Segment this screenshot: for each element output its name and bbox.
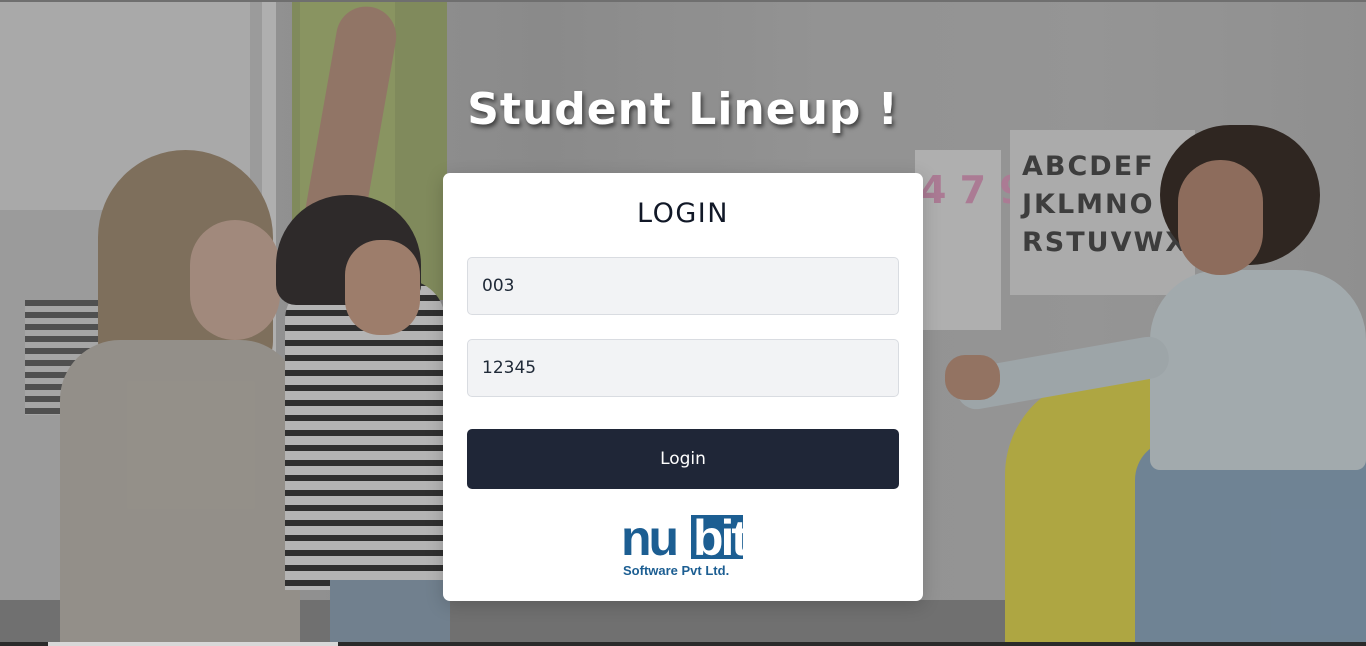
app-title: Student Lineup ! [467, 84, 899, 135]
company-logo: nu bit Software Pvt Ltd. [621, 513, 749, 581]
login-heading: LOGIN [637, 198, 729, 229]
password-input[interactable] [467, 339, 899, 397]
login-button[interactable]: Login [467, 429, 899, 489]
logo-box-text: bit [693, 510, 748, 566]
logo-word: nu [621, 510, 679, 566]
bg-bottom-bar-highlight [48, 642, 338, 646]
logo-subtitle: Software Pvt Ltd. [623, 563, 730, 578]
login-card: LOGIN Login nu bit Software Pvt Ltd. [443, 173, 923, 601]
bg-top-line [0, 0, 1366, 2]
username-input[interactable] [467, 257, 899, 315]
